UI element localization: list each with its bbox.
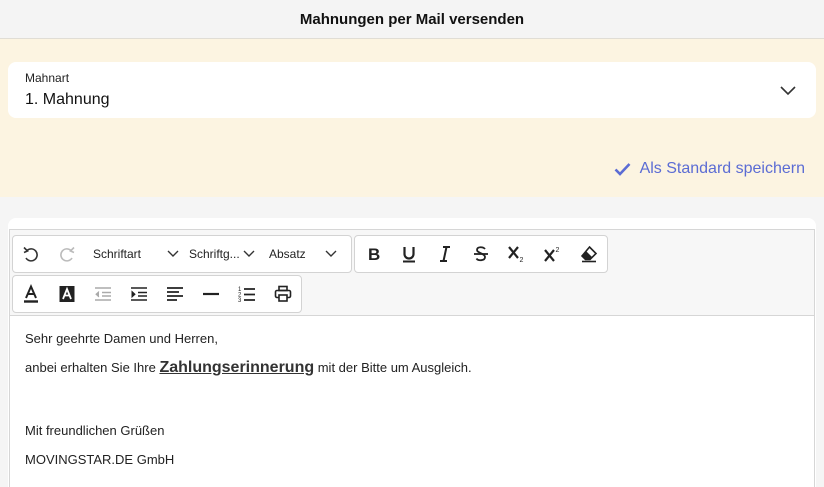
italic-button[interactable] xyxy=(427,236,463,272)
background-color-icon xyxy=(59,286,75,302)
outdent-button[interactable] xyxy=(85,276,121,312)
eraser-icon xyxy=(580,245,598,263)
horizontal-rule-icon xyxy=(203,292,219,296)
mahnart-label: Mahnart xyxy=(25,71,70,85)
superscript-icon: 2 xyxy=(544,247,560,262)
chevron-down-icon xyxy=(243,250,255,257)
svg-text:B: B xyxy=(368,245,380,264)
body-text-pre: anbei erhalten Sie Ihre xyxy=(25,360,160,375)
printer-icon xyxy=(274,285,292,302)
editor-toolbar: Schriftart Schriftg... Absatz B 2 2 1 2 … xyxy=(10,230,814,316)
font-size-dropdown[interactable]: Schriftg... xyxy=(185,236,261,272)
background-color-button[interactable] xyxy=(49,276,85,312)
settings-panel: Mahnart 1. Mahnung Als Standard speicher… xyxy=(0,39,824,197)
bold-button[interactable]: B xyxy=(355,236,391,272)
chevron-down-icon xyxy=(325,250,337,257)
strikethrough-button[interactable] xyxy=(463,236,499,272)
undo-icon xyxy=(23,246,38,262)
underline-icon xyxy=(403,247,415,263)
subscript-button[interactable]: 2 xyxy=(499,236,535,272)
indent-icon xyxy=(131,287,147,301)
italic-icon xyxy=(440,246,450,262)
underline-button[interactable] xyxy=(391,236,427,272)
company-line: MOVINGSTAR.DE GmbH xyxy=(25,452,175,467)
closing-line: Mit freundlichen Grüßen xyxy=(25,423,165,438)
header-bar: Mahnungen per Mail versenden xyxy=(0,0,824,39)
clear-format-button[interactable] xyxy=(571,236,607,272)
checkmark-icon xyxy=(614,163,631,176)
toolbar-group-text-style: B 2 2 xyxy=(354,235,608,273)
horizontal-rule-button[interactable] xyxy=(193,276,229,312)
body-line: anbei erhalten Sie Ihre Zahlungserinneru… xyxy=(25,359,472,377)
page-title: Mahnungen per Mail versenden xyxy=(299,10,525,28)
redo-button[interactable] xyxy=(49,236,85,272)
save-as-default-label: Als Standard speichern xyxy=(639,160,805,177)
chevron-down-icon xyxy=(780,86,796,96)
indent-button[interactable] xyxy=(121,276,157,312)
outdent-icon xyxy=(95,287,111,301)
align-left-button[interactable] xyxy=(157,276,193,312)
superscript-button[interactable]: 2 xyxy=(535,236,571,272)
svg-text:2: 2 xyxy=(520,257,524,264)
paragraph-dropdown[interactable]: Absatz xyxy=(261,236,343,272)
font-size-label: Schriftg... xyxy=(189,247,240,261)
text-color-icon xyxy=(24,284,38,303)
editor-card: Schriftart Schriftg... Absatz B 2 2 1 2 … xyxy=(8,218,816,487)
undo-button[interactable] xyxy=(13,236,49,272)
font-family-label: Schriftart xyxy=(93,247,142,261)
ordered-list-icon: 123 xyxy=(238,287,255,304)
greeting-line: Sehr geehrte Damen und Herren, xyxy=(25,331,218,346)
font-family-dropdown[interactable]: Schriftart xyxy=(85,236,185,272)
toolbar-group-history-format: Schriftart Schriftg... Absatz xyxy=(12,235,352,273)
strikethrough-icon xyxy=(474,246,488,262)
mahnart-select[interactable]: Mahnart 1. Mahnung xyxy=(8,62,816,118)
svg-text:2: 2 xyxy=(556,247,560,254)
align-left-icon xyxy=(167,287,183,301)
toolbar-group-paragraph: 123 xyxy=(12,275,302,313)
redo-icon xyxy=(60,246,75,262)
paragraph-label: Absatz xyxy=(269,247,306,261)
mahnart-value: 1. Mahnung xyxy=(25,91,110,108)
save-as-default-button[interactable]: Als Standard speichern xyxy=(614,160,805,178)
highlight-text: Zahlungserinnerung xyxy=(159,359,315,376)
body-text-post: mit der Bitte um Ausgleich. xyxy=(314,360,472,375)
rich-text-editor: Schriftart Schriftg... Absatz B 2 2 1 2 … xyxy=(9,229,815,487)
print-button[interactable] xyxy=(265,276,301,312)
text-color-button[interactable] xyxy=(13,276,49,312)
bold-icon: B xyxy=(368,245,380,264)
subscript-icon: 2 xyxy=(508,246,524,264)
chevron-down-icon xyxy=(167,250,179,257)
ordered-list-button[interactable]: 123 xyxy=(229,276,265,312)
svg-text:3: 3 xyxy=(238,298,242,304)
